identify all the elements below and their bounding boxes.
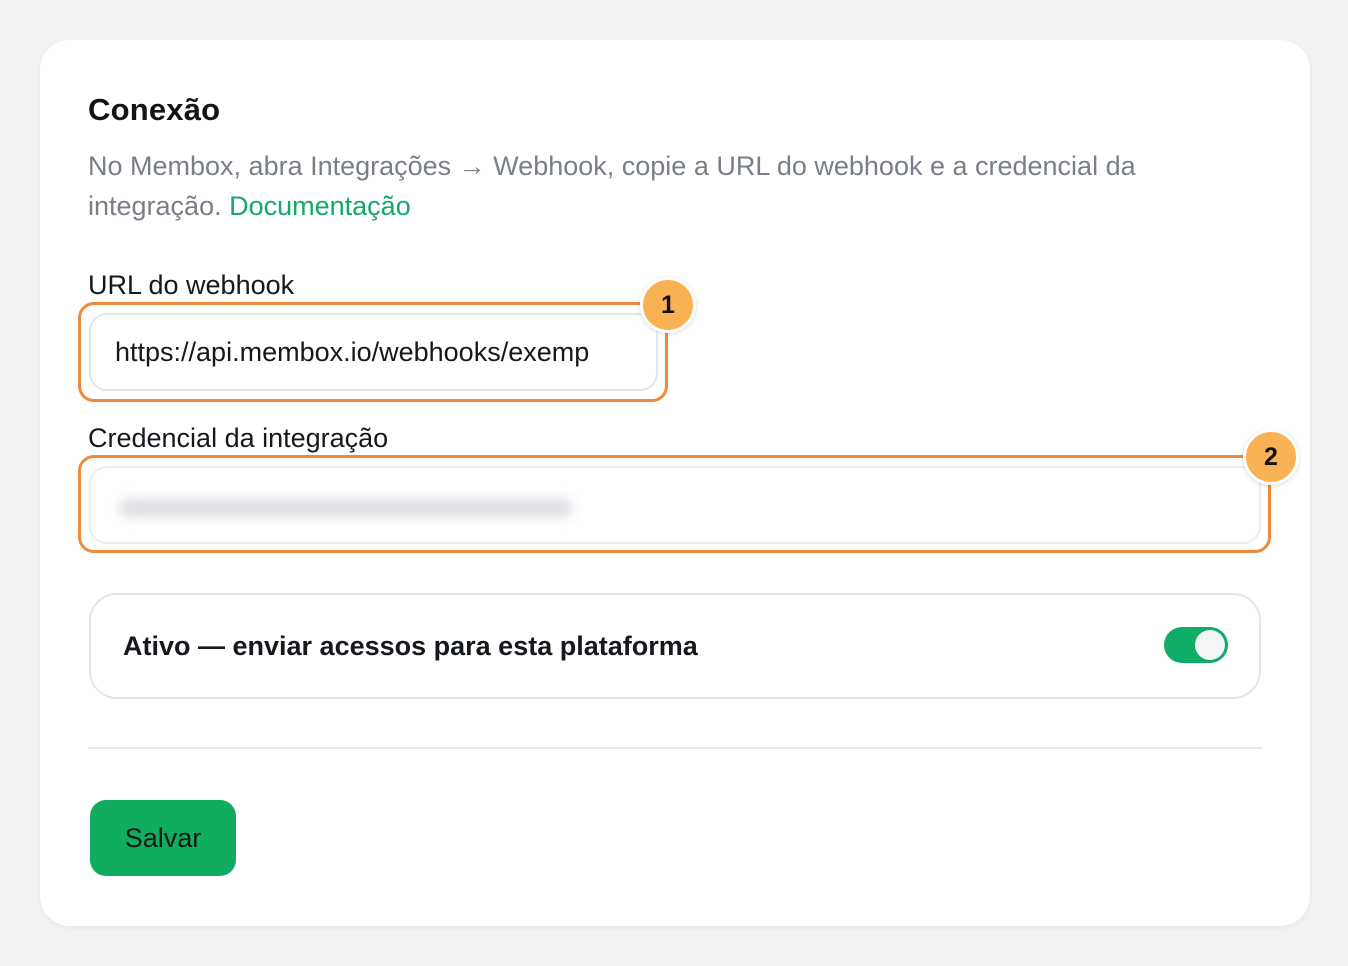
save-button[interactable]: Salvar	[90, 800, 236, 876]
active-toggle-switch[interactable]	[1164, 627, 1228, 663]
active-toggle-label: Ativo — enviar acessos para esta platafo…	[123, 631, 698, 661]
documentation-link[interactable]: Documentação	[229, 191, 411, 221]
step-marker-1: 1	[640, 277, 696, 333]
credential-label: Credencial da integração	[88, 423, 389, 453]
highlight-box-1	[78, 302, 668, 402]
toggle-knob	[1195, 630, 1225, 660]
section-description: No Membox, abra Integrações → Webhook, c…	[88, 146, 1218, 226]
active-toggle-row: Ativo — enviar acessos para esta platafo…	[89, 593, 1261, 699]
step-marker-2: 2	[1243, 429, 1299, 485]
highlight-box-2	[78, 455, 1271, 553]
section-title: Conexão	[88, 92, 221, 127]
webhook-url-label: URL do webhook	[88, 270, 295, 300]
divider	[88, 747, 1262, 749]
